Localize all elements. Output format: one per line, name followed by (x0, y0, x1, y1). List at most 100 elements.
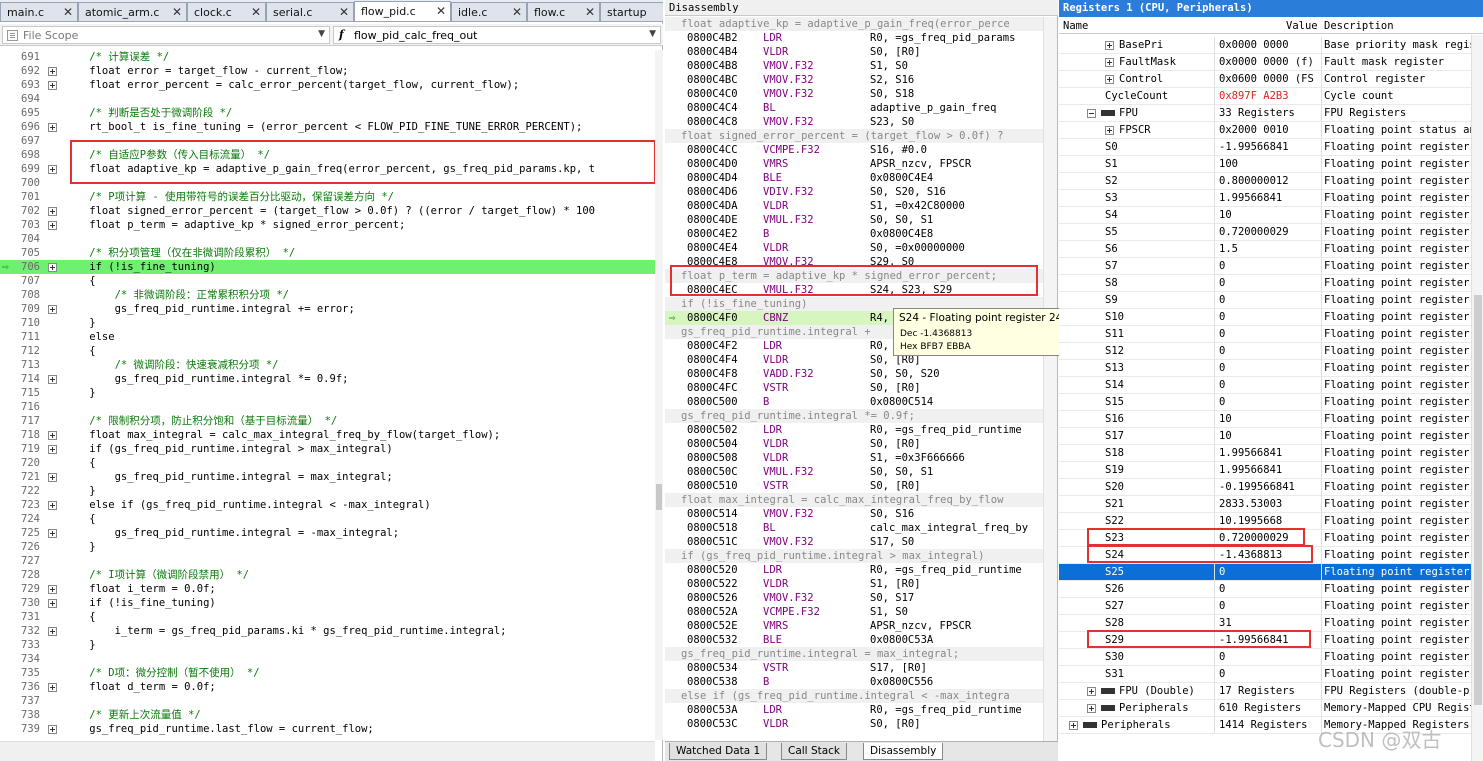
register-value[interactable]: 0 (1219, 581, 1225, 598)
register-value[interactable]: 33 Registers (1219, 105, 1295, 122)
register-value[interactable]: 610 Registers (1219, 700, 1301, 717)
instruction-row[interactable]: 0800C53A LDR R0, =gs_freq_pid_runtime (665, 703, 1043, 717)
scrollbar-thumb[interactable] (1474, 295, 1482, 705)
register-value[interactable]: 0 (1219, 394, 1225, 411)
instruction-row[interactable]: 0800C4D4 BLE 0x0800C4E4 (665, 171, 1043, 185)
code-line[interactable]: ⇨ 706 if (!is_fine_tuning) (0, 260, 655, 274)
breakpoint-marker[interactable] (48, 501, 57, 510)
code-line[interactable]: 715 } (0, 386, 655, 400)
register-row[interactable]: S15 0 Floating point register (1059, 394, 1471, 411)
column-name[interactable]: Name (1063, 20, 1088, 32)
register-row[interactable]: S12 0 Floating point register (1059, 343, 1471, 360)
code-line[interactable]: 719 if (gs_freq_pid_runtime.integral > m… (0, 442, 655, 456)
file-tab[interactable]: flow.c ✕ (527, 2, 600, 21)
code-line[interactable]: 735 /* D项：微分控制（暂不使用） */ (0, 666, 655, 680)
code-line[interactable]: 696 rt_bool_t is_fine_tuning = (error_pe… (0, 120, 655, 134)
register-row[interactable]: S9 0 Floating point register (1059, 292, 1471, 309)
instruction-row[interactable]: 0800C502 LDR R0, =gs_freq_pid_runtime (665, 423, 1043, 437)
register-value[interactable]: 0 (1219, 564, 1225, 581)
register-value[interactable]: 0 (1219, 343, 1225, 360)
code-line[interactable]: 738 /* 更新上次流量值 */ (0, 708, 655, 722)
code-line[interactable]: 711 else (0, 330, 655, 344)
file-tab[interactable]: idle.c ✕ (451, 2, 527, 21)
breakpoint-marker[interactable] (48, 123, 57, 132)
instruction-row[interactable]: 0800C4E2 B 0x0800C4E8 (665, 227, 1043, 241)
expand-icon[interactable] (1069, 721, 1078, 730)
vertical-scrollbar[interactable] (655, 50, 663, 740)
expand-icon[interactable] (1105, 126, 1114, 135)
register-row[interactable]: S20 -0.199566841 Floating point register (1059, 479, 1471, 496)
register-row[interactable]: S0 -1.99566841 Floating point register (1059, 139, 1471, 156)
instruction-row[interactable]: 0800C4DE VMUL.F32 S0, S0, S1 (665, 213, 1043, 227)
instruction-row[interactable]: 0800C526 VMOV.F32 S0, S17 (665, 591, 1043, 605)
code-line[interactable]: 705 /* 积分项管理（仅在非微调阶段累积） */ (0, 246, 655, 260)
register-value[interactable]: 0x2000 0010 (1219, 122, 1289, 139)
register-value[interactable]: 0x0000 0000 (f) (1219, 54, 1314, 71)
code-line[interactable]: 726 } (0, 540, 655, 554)
register-row[interactable]: CycleCount 0x897F A2B3 Cycle count (1059, 88, 1471, 105)
breakpoint-marker[interactable] (48, 725, 57, 734)
breakpoint-marker[interactable] (48, 599, 57, 608)
instruction-row[interactable]: 0800C4B8 VMOV.F32 S1, S0 (665, 59, 1043, 73)
code-line[interactable]: 717 /* 限制积分项，防止积分饱和（基于目标流量） */ (0, 414, 655, 428)
register-value[interactable]: 17 Registers (1219, 683, 1295, 700)
breakpoint-marker[interactable] (48, 67, 57, 76)
code-line[interactable]: 692 float error = target_flow - current_… (0, 64, 655, 78)
instruction-row[interactable]: 0800C4D0 VMRS APSR_nzcv, FPSCR (665, 157, 1043, 171)
register-row[interactable]: S13 0 Floating point register (1059, 360, 1471, 377)
instruction-row[interactable]: 0800C514 VMOV.F32 S0, S16 (665, 507, 1043, 521)
instruction-row[interactable]: 0800C52A VCMPE.F32 S1, S0 (665, 605, 1043, 619)
breakpoint-marker[interactable] (48, 431, 57, 440)
column-description[interactable]: Description (1324, 20, 1394, 32)
instruction-row[interactable]: 0800C4CC VCMPE.F32 S16, #0.0 (665, 143, 1043, 157)
code-line[interactable]: 694 (0, 92, 655, 106)
register-value[interactable]: 0 (1219, 666, 1225, 683)
register-row[interactable]: S14 0 Floating point register (1059, 377, 1471, 394)
register-value[interactable]: 1.5 (1219, 241, 1238, 258)
code-line[interactable]: 693 float error_percent = calc_error_per… (0, 78, 655, 92)
registers-list[interactable]: BasePri 0x0000 0000 Base priority mask reg… (1059, 35, 1471, 761)
code-line[interactable]: 691 /* 计算误差 */ (0, 50, 655, 64)
instruction-row[interactable]: 0800C4F8 VADD.F32 S0, S0, S20 (665, 367, 1043, 381)
expand-icon[interactable] (1087, 687, 1096, 696)
register-value[interactable]: 10 (1219, 411, 1232, 428)
code-line[interactable]: 703 float p_term = adaptive_kp * signed_… (0, 218, 655, 232)
code-line[interactable]: 709 gs_freq_pid_runtime.integral += erro… (0, 302, 655, 316)
instruction-row[interactable]: 0800C50C VMUL.F32 S0, S0, S1 (665, 465, 1043, 479)
register-row[interactable]: S31 0 Floating point register (1059, 666, 1471, 683)
register-row[interactable]: Peripherals 610 Registers Memory-Mapped CP… (1059, 700, 1471, 717)
file-tab[interactable]: flow_pid.c ✕ (354, 1, 451, 21)
code-line[interactable]: 710 } (0, 316, 655, 330)
register-row[interactable]: S16 10 Floating point register (1059, 411, 1471, 428)
breakpoint-marker[interactable] (48, 207, 57, 216)
code-line[interactable]: 727 (0, 554, 655, 568)
register-value[interactable]: 0 (1219, 309, 1225, 326)
register-value[interactable]: 0 (1219, 292, 1225, 309)
code-line[interactable]: 736 float d_term = 0.0f; (0, 680, 655, 694)
code-line[interactable]: 732 i_term = gs_freq_pid_params.ki * gs_… (0, 624, 655, 638)
close-icon[interactable]: ✕ (63, 5, 73, 19)
code-line[interactable]: 720 { (0, 456, 655, 470)
register-row[interactable]: S7 0 Floating point register (1059, 258, 1471, 275)
register-value[interactable]: 0 (1219, 258, 1225, 275)
register-value[interactable]: 100 (1219, 156, 1238, 173)
column-value[interactable]: Value (1286, 20, 1318, 32)
instruction-row[interactable]: 0800C500 B 0x0800C514 (665, 395, 1043, 409)
register-row[interactable]: FPU 33 Registers FPU Registers (1059, 105, 1471, 122)
code-line[interactable]: 718 float max_integral = calc_max_integr… (0, 428, 655, 442)
collapse-icon[interactable] (1087, 109, 1096, 118)
code-line[interactable]: 739 gs_freq_pid_runtime.last_flow = curr… (0, 722, 655, 736)
breakpoint-marker[interactable] (48, 585, 57, 594)
instruction-row[interactable]: 0800C4B2 LDR R0, =gs_freq_pid_params (665, 31, 1043, 45)
register-row[interactable]: S3 1.99566841 Floating point register (1059, 190, 1471, 207)
code-line[interactable]: 731 { (0, 610, 655, 624)
close-icon[interactable]: ✕ (251, 5, 261, 19)
register-row[interactable]: FaultMask 0x0000 0000 (f) Fault mask regis… (1059, 54, 1471, 71)
breakpoint-marker[interactable] (48, 305, 57, 314)
instruction-row[interactable]: 0800C51C VMOV.F32 S17, S0 (665, 535, 1043, 549)
register-row[interactable]: S18 1.99566841 Floating point register (1059, 445, 1471, 462)
register-value[interactable]: 0 (1219, 598, 1225, 615)
code-line[interactable]: 724 { (0, 512, 655, 526)
breakpoint-marker[interactable] (48, 263, 57, 272)
file-tab[interactable]: startup (600, 2, 663, 21)
